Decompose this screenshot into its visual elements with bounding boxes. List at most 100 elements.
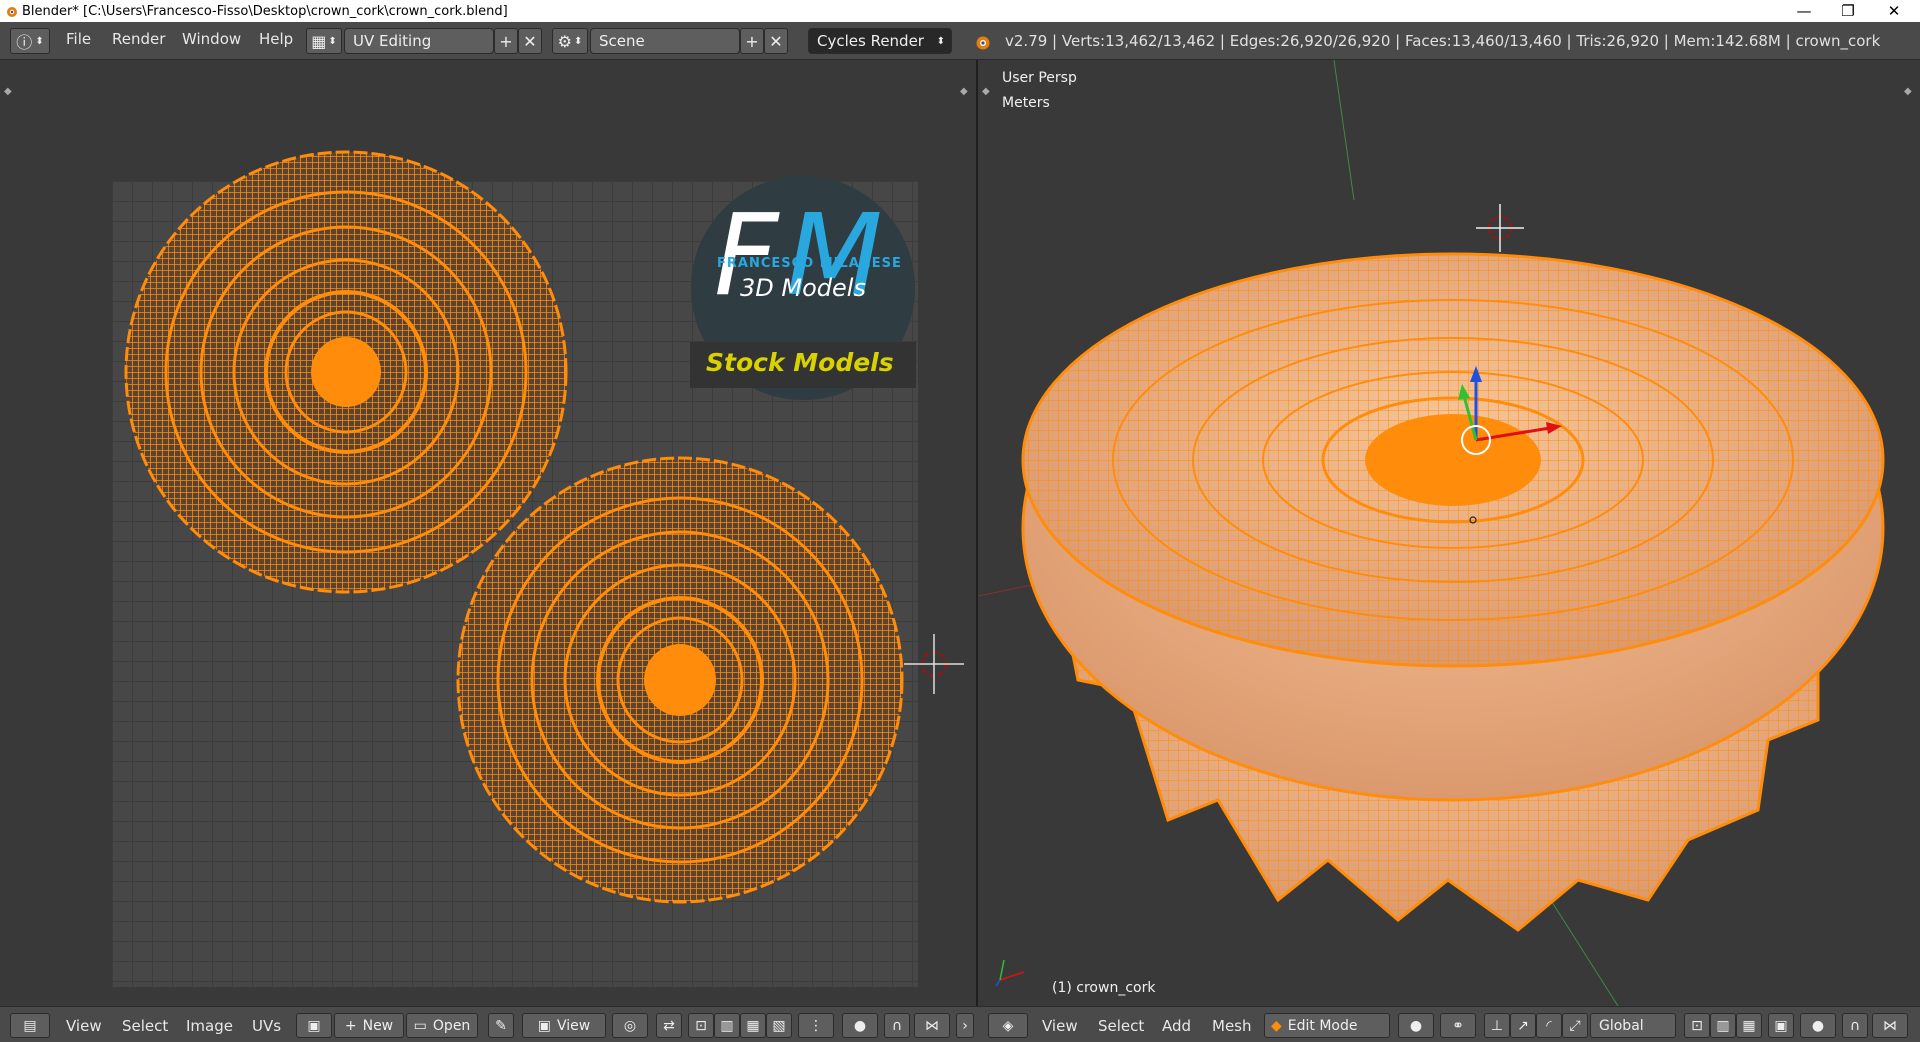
select-island-button[interactable]: ▧ (766, 1013, 792, 1038)
scale-icon: ⤢ (1569, 1017, 1581, 1034)
view-icon: ▣ (537, 1017, 551, 1034)
cube-icon: ◈ (1002, 1017, 1014, 1034)
open-image-button[interactable]: ▭ Open (406, 1013, 478, 1038)
interaction-mode-select[interactable]: ◆ Edit Mode (1264, 1013, 1390, 1038)
magnet-icon: ∩ (891, 1017, 903, 1034)
uv-header-overflow-button[interactable]: › (956, 1013, 974, 1038)
region-toggle-left-icon[interactable]: ◆ (4, 86, 12, 97)
image-browse-button[interactable]: ▣ (296, 1013, 332, 1038)
region-toggle-right-icon[interactable]: ◆ (1904, 86, 1912, 97)
select-vertex-3d-button[interactable]: ⊡ (1684, 1013, 1710, 1038)
uv-view-mode-select[interactable]: ▣ View (522, 1013, 606, 1038)
x-icon: ✕ (523, 31, 537, 51)
select-face-3d-button[interactable]: ▦ (1736, 1013, 1762, 1038)
open-image-label: Open (432, 1017, 471, 1034)
pivot-point-button[interactable]: ◎ (612, 1013, 648, 1038)
select-face-button[interactable]: ▦ (740, 1013, 766, 1038)
3d-cursor-icon (1476, 204, 1524, 252)
new-image-button[interactable]: + New (334, 1013, 404, 1038)
snap-toggle-button[interactable]: ∩ (884, 1013, 910, 1038)
render-engine-select[interactable]: Cycles Render ⬍ (808, 28, 952, 54)
view3d-pivot-button[interactable]: ⚭ (1440, 1013, 1476, 1038)
uv-menu-view[interactable]: View (66, 1017, 102, 1035)
viewport-shading-button[interactable]: ● (1398, 1013, 1434, 1038)
minimize-button[interactable]: — (1782, 0, 1826, 22)
pin-image-button[interactable]: ✎ (488, 1013, 514, 1038)
view-perspective-label: User Persp (1002, 70, 1077, 86)
scene-selector-button[interactable]: ⚙ ⬍ (552, 28, 588, 54)
rotate-manipulator-button[interactable]: ◜ (1536, 1013, 1562, 1038)
watermark-subtitle: 3D Models (740, 274, 866, 302)
remove-scene-button[interactable]: ✕ (764, 28, 788, 54)
pin-icon: ✎ (495, 1017, 507, 1034)
scale-manipulator-button[interactable]: ⤢ (1562, 1013, 1588, 1038)
x-icon: ✕ (769, 31, 783, 51)
transform-orientation-label: Global (1599, 1017, 1644, 1034)
viewport-drawing (978, 60, 1885, 1006)
proportional-edit-button[interactable]: ● (842, 1013, 878, 1038)
add-scene-button[interactable]: + (740, 28, 764, 54)
select-edge-3d-button[interactable]: ▥ (1710, 1013, 1736, 1038)
2d-cursor-icon (904, 634, 964, 694)
proportional-icon: ● (1811, 1017, 1825, 1034)
uv-menu-uvs[interactable]: UVs (252, 1017, 281, 1035)
uv-image-editor[interactable]: F M FRANCESCO MILANESE 3D Models Stock M… (0, 60, 976, 1006)
view3d-menu-mesh[interactable]: Mesh (1212, 1017, 1252, 1035)
editors-footer: ▤ View Select Image UVs ▣ + New ▭ Open ✎ ▣… (0, 1006, 1920, 1042)
region-toggle-right-icon[interactable]: ◆ (960, 86, 968, 97)
view3d-menu-select[interactable]: Select (1098, 1017, 1144, 1035)
limit-selection-button[interactable]: ▣ (1768, 1013, 1794, 1038)
menu-window[interactable]: Window (182, 30, 241, 48)
screen-layout-button[interactable]: ▦ ⬍ (306, 28, 342, 54)
view3d-menu-view[interactable]: View (1042, 1017, 1078, 1035)
image-icon: ▣ (307, 1017, 321, 1034)
menu-help[interactable]: Help (259, 30, 293, 48)
image-editor-icon: ▤ (23, 1017, 37, 1034)
menu-render[interactable]: Render (112, 30, 165, 48)
view3d-menu-add[interactable]: Add (1162, 1017, 1191, 1035)
select-edge-button[interactable]: ▥ (714, 1013, 740, 1038)
sync-icon: ⇄ (663, 1017, 675, 1034)
sticky-select-button[interactable]: ⋮ (798, 1013, 834, 1038)
proportional-edit-3d-button[interactable]: ● (1800, 1013, 1836, 1038)
editor-type-info-button[interactable]: ⓘ ⬍ (10, 28, 50, 54)
interaction-mode-label: Edit Mode (1287, 1017, 1358, 1034)
scene-field[interactable]: Scene (590, 28, 740, 54)
snap-element-button[interactable]: ⋈ (914, 1013, 950, 1038)
chevron-updown-icon: ⬍ (328, 35, 337, 47)
more-icon: › (962, 1017, 968, 1034)
vertex-select-icon: ⊡ (695, 1017, 707, 1034)
pivot-icon: ◎ (623, 1017, 637, 1034)
menu-file[interactable]: File (66, 30, 91, 48)
shading-sphere-icon: ● (1409, 1017, 1423, 1034)
blender-logo-icon (7, 7, 17, 17)
manipulator-toggle-button[interactable]: ⊥ (1484, 1013, 1510, 1038)
manipulator-icon: ⊥ (1490, 1017, 1504, 1034)
translate-manipulator-button[interactable]: ↗ (1510, 1013, 1536, 1038)
transform-orientation-select[interactable]: Global (1590, 1013, 1676, 1038)
layout-icon: ▦ (311, 31, 327, 51)
region-toggle-left-icon[interactable]: ◆ (982, 86, 990, 97)
plus-icon: + (499, 31, 513, 51)
uv-menu-image[interactable]: Image (186, 1017, 233, 1035)
add-layout-button[interactable]: + (494, 28, 518, 54)
uv-island-bottom (456, 456, 904, 904)
sync-selection-button[interactable]: ⇄ (656, 1013, 682, 1038)
3d-viewport[interactable]: User Persp Meters (1) crown_cork ◆ ◆ (978, 60, 1920, 1006)
view3d-editor-type-button[interactable]: ◈ (988, 1013, 1028, 1038)
uv-island-top (124, 150, 568, 594)
watermark-brand: FRANCESCO MILANESE (717, 256, 902, 271)
select-vertex-button[interactable]: ⊡ (688, 1013, 714, 1038)
occlude-icon: ▣ (1774, 1017, 1788, 1034)
uv-menu-select[interactable]: Select (122, 1017, 168, 1035)
folder-icon: ▭ (413, 1017, 427, 1034)
snap-element-3d-button[interactable]: ⋈ (1872, 1013, 1908, 1038)
remove-layout-button[interactable]: ✕ (518, 28, 542, 54)
snap-icon: ⋈ (1883, 1017, 1897, 1034)
uv-editor-type-button[interactable]: ▤ (10, 1013, 50, 1038)
screen-layout-field[interactable]: UV Editing (344, 28, 494, 54)
restore-button[interactable]: ❐ (1826, 0, 1870, 22)
close-window-button[interactable]: ✕ (1872, 0, 1916, 22)
face-select-icon: ▦ (1742, 1017, 1756, 1034)
snap-toggle-3d-button[interactable]: ∩ (1842, 1013, 1868, 1038)
